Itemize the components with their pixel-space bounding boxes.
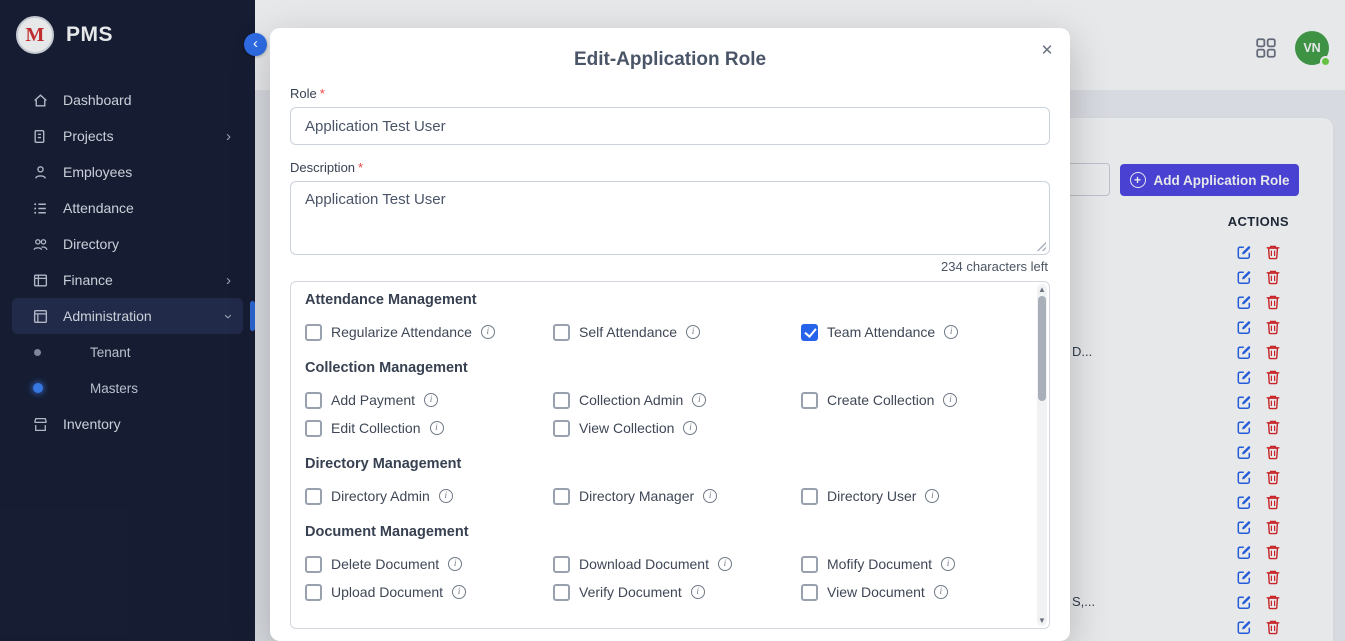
info-icon[interactable] xyxy=(686,325,700,339)
permission-checkbox[interactable] xyxy=(305,584,322,601)
permission-label: Directory Manager xyxy=(579,488,694,504)
permission-item[interactable]: Team Attendance xyxy=(801,318,1019,346)
permission-item[interactable]: Directory User xyxy=(801,482,1019,510)
scroll-up-icon[interactable] xyxy=(1037,285,1047,294)
permission-checkbox[interactable] xyxy=(553,420,570,437)
info-icon[interactable] xyxy=(692,393,706,407)
permission-label: Regularize Attendance xyxy=(331,324,472,340)
permission-checkbox[interactable] xyxy=(553,556,570,573)
permission-item[interactable]: Mofify Document xyxy=(801,550,1019,578)
permission-group-title: Document Management xyxy=(305,524,1019,540)
edit-application-role-dialog: Edit-Application Role Role* Description*… xyxy=(270,28,1070,641)
permission-label: Delete Document xyxy=(331,556,439,572)
info-icon[interactable] xyxy=(925,489,939,503)
permission-item[interactable]: Create Collection xyxy=(801,386,1019,414)
sidebar-collapse-button[interactable] xyxy=(244,33,267,56)
permission-item[interactable]: Upload Document xyxy=(305,578,553,606)
role-field-label: Role* xyxy=(290,86,1050,101)
permission-item[interactable]: View Document xyxy=(801,578,1019,606)
permission-label: Edit Collection xyxy=(331,420,421,436)
permission-item[interactable]: View Collection xyxy=(553,414,801,442)
permission-label: Verify Document xyxy=(579,584,682,600)
dialog-title: Edit-Application Role xyxy=(270,28,1070,71)
info-icon[interactable] xyxy=(941,557,955,571)
permissions-panel: Attendance Management Regularize Attenda… xyxy=(290,281,1050,629)
permission-label: Directory User xyxy=(827,488,916,504)
permission-checkbox[interactable] xyxy=(553,488,570,505)
permission-checkbox[interactable] xyxy=(305,556,322,573)
permission-label: Upload Document xyxy=(331,584,443,600)
info-icon[interactable] xyxy=(424,393,438,407)
scrollbar-thumb[interactable] xyxy=(1038,296,1046,401)
permission-label: Mofify Document xyxy=(827,556,932,572)
info-icon[interactable] xyxy=(452,585,466,599)
permission-checkbox[interactable] xyxy=(801,488,818,505)
permission-checkbox[interactable] xyxy=(801,324,818,341)
scrollbar[interactable] xyxy=(1037,284,1047,626)
permission-label: Self Attendance xyxy=(579,324,677,340)
permissions-scroll-area: Attendance Management Regularize Attenda… xyxy=(291,282,1049,606)
permission-checkbox[interactable] xyxy=(305,324,322,341)
close-icon[interactable] xyxy=(1034,37,1060,63)
permission-checkbox[interactable] xyxy=(801,392,818,409)
permission-group: Directory Management Directory Admin xyxy=(305,456,1019,510)
role-input[interactable] xyxy=(290,107,1050,145)
info-icon[interactable] xyxy=(430,421,444,435)
permission-checkbox[interactable] xyxy=(553,392,570,409)
permission-label: Collection Admin xyxy=(579,392,683,408)
permission-label: Directory Admin xyxy=(331,488,430,504)
characters-left-counter: 234 characters left xyxy=(292,259,1048,274)
permission-checkbox[interactable] xyxy=(305,488,322,505)
permission-label: View Collection xyxy=(579,420,674,436)
permission-group-title: Directory Management xyxy=(305,456,1019,472)
permission-checkbox[interactable] xyxy=(305,392,322,409)
permission-item[interactable]: Verify Document xyxy=(553,578,801,606)
permission-label: View Document xyxy=(827,584,925,600)
required-asterisk: * xyxy=(320,86,325,101)
permission-item[interactable]: Add Payment xyxy=(305,386,553,414)
permission-item[interactable]: Regularize Attendance xyxy=(305,318,553,346)
info-icon[interactable] xyxy=(448,557,462,571)
info-icon[interactable] xyxy=(439,489,453,503)
permission-checkbox[interactable] xyxy=(553,324,570,341)
permission-checkbox[interactable] xyxy=(801,584,818,601)
permission-group: Collection Management Add Payment C xyxy=(305,360,1019,442)
info-icon[interactable] xyxy=(481,325,495,339)
scroll-down-icon[interactable] xyxy=(1037,616,1047,625)
permission-item[interactable]: Collection Admin xyxy=(553,386,801,414)
description-field-label: Description* xyxy=(290,160,1050,175)
permission-group-title: Collection Management xyxy=(305,360,1019,376)
permission-item[interactable]: Edit Collection xyxy=(305,414,553,442)
required-asterisk: * xyxy=(358,160,363,175)
info-icon[interactable] xyxy=(934,585,948,599)
permission-group: Document Management Delete Document xyxy=(305,524,1019,606)
permission-label: Team Attendance xyxy=(827,324,935,340)
permission-label: Create Collection xyxy=(827,392,934,408)
permission-label: Add Payment xyxy=(331,392,415,408)
permission-item[interactable]: Directory Admin xyxy=(305,482,553,510)
permission-group: Attendance Management Regularize Attenda… xyxy=(305,292,1019,346)
info-icon[interactable] xyxy=(944,325,958,339)
permission-checkbox[interactable] xyxy=(801,556,818,573)
info-icon[interactable] xyxy=(718,557,732,571)
permission-checkbox[interactable] xyxy=(553,584,570,601)
permission-item[interactable]: Delete Document xyxy=(305,550,553,578)
permission-checkbox[interactable] xyxy=(305,420,322,437)
info-icon[interactable] xyxy=(703,489,717,503)
info-icon[interactable] xyxy=(683,421,697,435)
description-textarea[interactable] xyxy=(290,181,1050,255)
permission-item[interactable]: Download Document xyxy=(553,550,801,578)
permission-item[interactable]: Directory Manager xyxy=(553,482,801,510)
permission-item[interactable]: Self Attendance xyxy=(553,318,801,346)
info-icon[interactable] xyxy=(943,393,957,407)
info-icon[interactable] xyxy=(691,585,705,599)
permission-label: Download Document xyxy=(579,556,709,572)
permission-group-title: Attendance Management xyxy=(305,292,1019,308)
